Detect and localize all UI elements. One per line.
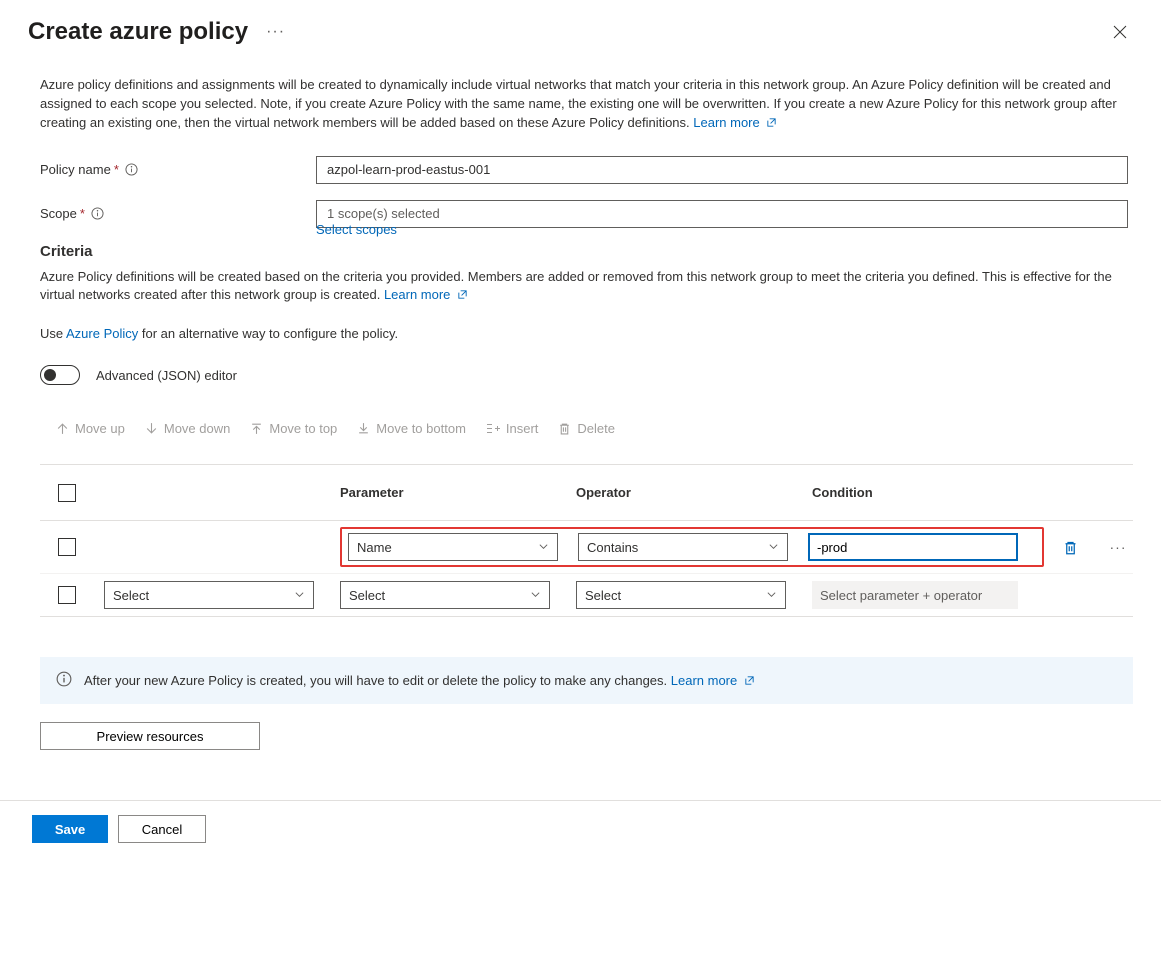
logic-dropdown[interactable]: Select: [104, 581, 314, 609]
table-row: Name Contains ···: [40, 521, 1133, 574]
delete-button[interactable]: Delete: [558, 421, 615, 436]
col-header-parameter: Parameter: [340, 485, 572, 500]
required-star: *: [80, 206, 85, 221]
alt-way-text: Use Azure Policy for an alternative way …: [40, 326, 1133, 341]
row-more-button[interactable]: ···: [1096, 539, 1140, 555]
close-button[interactable]: [1107, 19, 1133, 45]
select-all-checkbox[interactable]: [58, 484, 76, 502]
info-icon[interactable]: [91, 207, 104, 220]
toggle-thumb: [44, 369, 56, 381]
learn-more-link-info[interactable]: Learn more: [671, 673, 755, 688]
policy-name-label: Policy name *: [40, 162, 316, 177]
external-link-icon: [766, 115, 777, 134]
insert-button[interactable]: Insert: [486, 421, 539, 436]
move-down-button[interactable]: Move down: [145, 421, 230, 436]
learn-more-link-top[interactable]: Learn more: [693, 115, 777, 130]
chevron-down-icon: [768, 540, 779, 555]
chevron-down-icon: [294, 588, 305, 603]
parameter-dropdown[interactable]: Select: [340, 581, 550, 609]
more-options-button[interactable]: ···: [262, 19, 289, 45]
cancel-button[interactable]: Cancel: [118, 815, 206, 843]
operator-dropdown[interactable]: Contains: [578, 533, 788, 561]
panel-footer: Save Cancel: [0, 800, 1161, 857]
criteria-heading: Criteria: [40, 243, 1133, 260]
scope-label: Scope *: [40, 206, 316, 221]
chevron-down-icon: [766, 588, 777, 603]
table-header-row: Parameter Operator Condition: [40, 465, 1133, 521]
parameter-dropdown[interactable]: Name: [348, 533, 558, 561]
close-icon: [1113, 25, 1127, 39]
scope-display[interactable]: 1 scope(s) selected: [316, 200, 1128, 228]
row-checkbox[interactable]: [58, 586, 76, 604]
page-title: Create azure policy: [28, 18, 248, 46]
panel-content: Azure policy definitions and assignments…: [0, 56, 1161, 762]
save-button[interactable]: Save: [32, 815, 108, 843]
scope-row: Scope * 1 scope(s) selected: [40, 200, 1133, 228]
learn-more-link-criteria[interactable]: Learn more: [384, 287, 468, 302]
move-up-button[interactable]: Move up: [56, 421, 125, 436]
move-bottom-button[interactable]: Move to bottom: [357, 421, 466, 436]
arrow-up-icon: [56, 422, 69, 435]
azure-policy-link[interactable]: Azure Policy: [66, 326, 138, 341]
external-link-icon: [457, 287, 468, 306]
info-icon: [56, 671, 72, 690]
trash-icon: [558, 422, 571, 435]
info-message-text: After your new Azure Policy is created, …: [84, 673, 755, 689]
chevron-down-icon: [538, 540, 549, 555]
info-message-bar: After your new Azure Policy is created, …: [40, 657, 1133, 704]
operator-dropdown[interactable]: Select: [576, 581, 786, 609]
required-star: *: [114, 162, 119, 177]
advanced-editor-row: Advanced (JSON) editor: [40, 365, 1133, 385]
panel-header: Create azure policy ···: [0, 0, 1161, 56]
select-scopes-link[interactable]: Select scopes: [316, 222, 397, 237]
criteria-desc: Azure Policy definitions will be created…: [40, 268, 1133, 307]
arrow-down-icon: [145, 422, 158, 435]
table-row: Select Select Select Select parameter + …: [40, 574, 1133, 616]
criteria-toolbar: Move up Move down Move to top Move to bo…: [40, 421, 1133, 436]
move-top-button[interactable]: Move to top: [250, 421, 337, 436]
trash-icon: [1063, 540, 1078, 555]
arrow-bottom-icon: [357, 422, 370, 435]
policy-name-input[interactable]: [316, 156, 1128, 184]
info-icon[interactable]: [125, 163, 138, 176]
row-delete-button[interactable]: [1048, 540, 1092, 555]
arrow-top-icon: [250, 422, 263, 435]
insert-icon: [486, 422, 500, 435]
condition-placeholder: Select parameter + operator: [812, 581, 1018, 609]
policy-description: Azure policy definitions and assignments…: [40, 76, 1133, 134]
advanced-editor-label: Advanced (JSON) editor: [96, 368, 237, 383]
advanced-editor-toggle[interactable]: [40, 365, 80, 385]
criteria-table: Parameter Operator Condition Name Contai…: [40, 464, 1133, 617]
highlighted-criteria: Name Contains: [340, 527, 1044, 567]
chevron-down-icon: [530, 588, 541, 603]
policy-name-row: Policy name *: [40, 156, 1133, 184]
preview-resources-button[interactable]: Preview resources: [40, 722, 260, 750]
external-link-icon: [744, 674, 755, 689]
row-checkbox[interactable]: [58, 538, 76, 556]
policy-description-text: Azure policy definitions and assignments…: [40, 77, 1117, 130]
condition-input[interactable]: [808, 533, 1018, 561]
col-header-condition: Condition: [812, 485, 1044, 500]
col-header-operator: Operator: [576, 485, 808, 500]
